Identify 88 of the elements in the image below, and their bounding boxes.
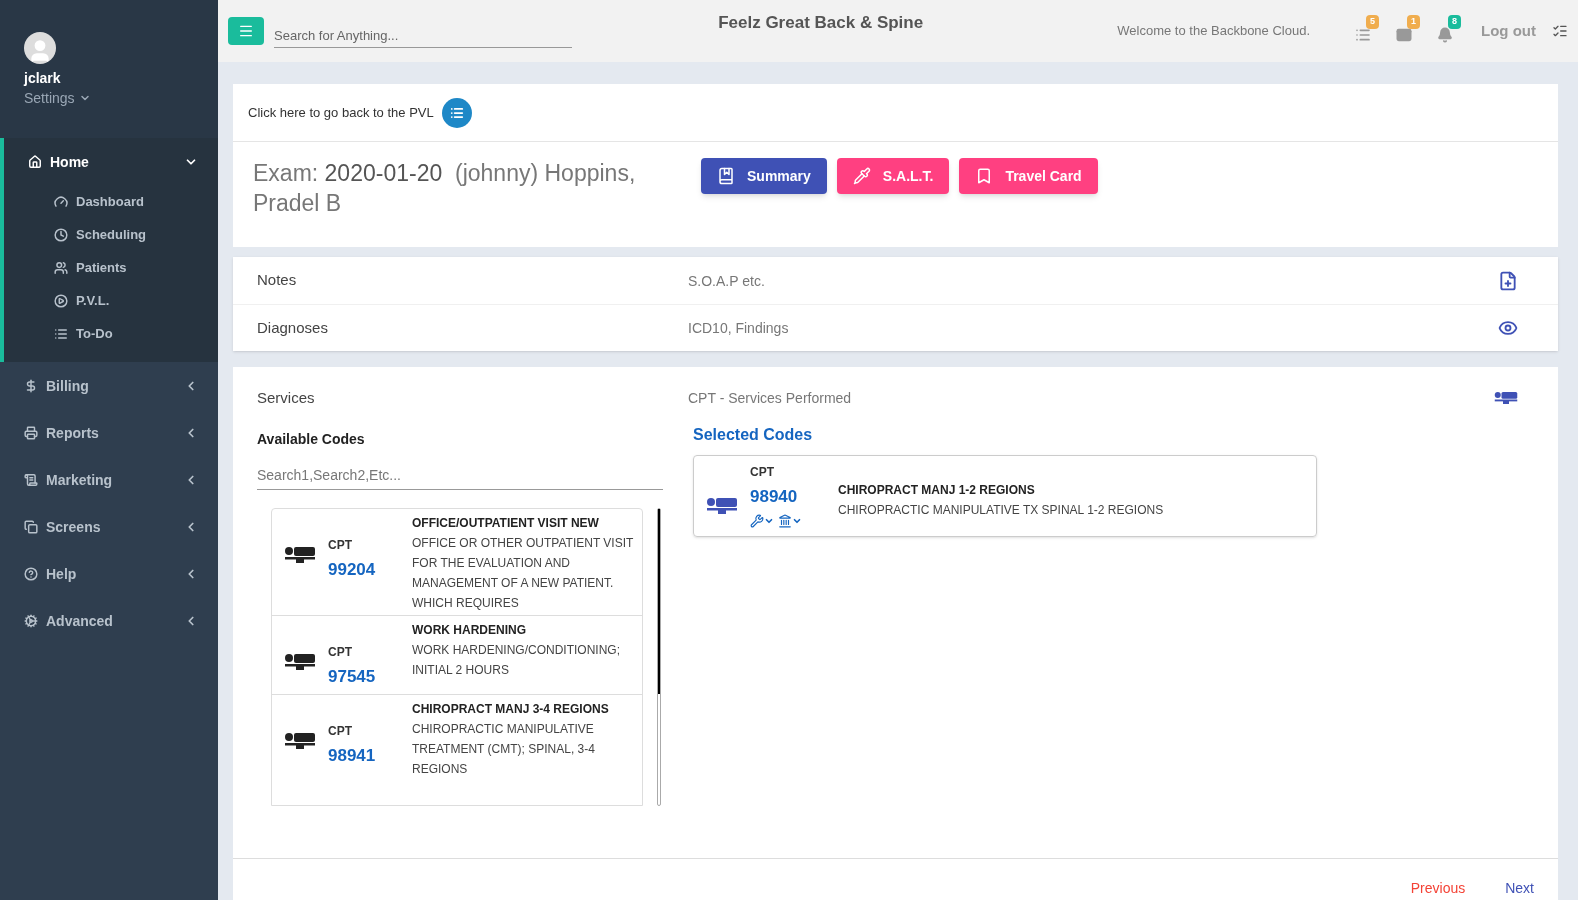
row-label: Diagnoses — [257, 317, 329, 338]
nav-item[interactable]: Advanced — [0, 597, 218, 644]
code-type: CPT — [328, 722, 353, 739]
list-button[interactable] — [441, 97, 472, 128]
eye-icon[interactable] — [1498, 318, 1518, 338]
code-list-item[interactable]: CPT 99204 OFFICE/OUTPATIENT VISIT NEW OFFICE OR OTHER OUTPATIENT VISIT FOR THE EVALUATION AND MANAGEMENT OF A NEW PATIENT. WHICH REQUIRES — [272, 509, 642, 615]
notification-icon — [1395, 27, 1412, 43]
treatment-table-icon — [284, 652, 316, 672]
code-number: 98940 — [750, 486, 799, 508]
institution-dropdown[interactable] — [778, 513, 802, 528]
selected-codes-heading: Selected Codes — [693, 425, 814, 445]
action-button[interactable]: Travel Card — [959, 158, 1098, 194]
next-link[interactable]: Next — [1505, 878, 1534, 898]
action-icon — [717, 167, 735, 185]
nav-item[interactable]: Marketing — [0, 456, 218, 503]
clinic-title: Feelz Great Back & Spine — [718, 12, 924, 35]
nav-item[interactable]: Reports — [0, 409, 218, 456]
nav-icon — [24, 425, 38, 440]
action-button[interactable]: S.A.L.T. — [836, 158, 950, 194]
count-badge: 8 — [1448, 15, 1462, 29]
building-icon — [778, 513, 792, 528]
wrench-icon — [750, 513, 764, 528]
nav-subitem[interactable]: Scheduling — [4, 218, 218, 251]
nav-icon — [24, 472, 38, 487]
nav-item[interactable]: Home — [4, 138, 218, 185]
selected-code-card[interactable]: CPT 98940 CHIROPRACT MANJ 1-2 REGIONS CHIROPRACTIC MANIPULATIVE TX SPINAL 1-2 REGIONS — [693, 455, 1317, 537]
code-number: 98941 — [328, 744, 377, 767]
nav-subitem[interactable]: Dashboard — [4, 185, 218, 218]
nav-item[interactable]: Screens — [0, 503, 218, 550]
code-number: 97545 — [328, 666, 377, 688]
code-title: WORK HARDENING — [412, 622, 527, 639]
code-title: OFFICE/OUTPATIENT VISIT NEW — [412, 515, 600, 532]
nav-icon — [54, 326, 68, 341]
nav-icon — [24, 378, 38, 393]
nav-subitem[interactable]: Patients — [4, 251, 218, 284]
action-button[interactable]: Summary — [701, 158, 827, 194]
row-description: CPT - Services Performed — [688, 389, 853, 408]
checklist-icon[interactable] — [1552, 23, 1568, 39]
code-description: CHIROPRACTIC MANIPULATIVE TX SPINAL 1-2 REGIONS — [838, 502, 1165, 519]
nav-subitem[interactable]: To-Do — [4, 317, 218, 350]
action-icon — [852, 167, 871, 185]
menu-icon — [238, 23, 254, 39]
username: jclark — [24, 69, 62, 88]
nav-item[interactable]: Help — [0, 550, 218, 597]
back-link[interactable]: Click here to go back to the PVL — [248, 102, 434, 123]
code-description: WORK HARDENING/CONDITIONING; INITIAL 2 HOURS — [412, 642, 621, 679]
code-type: CPT — [750, 464, 775, 480]
nav-icon — [54, 227, 68, 242]
search-field[interactable]: Search for Anything... — [274, 13, 572, 49]
available-codes-heading: Available Codes — [257, 430, 366, 449]
previous-link[interactable]: Previous — [1410, 878, 1466, 898]
code-number: 99204 — [328, 559, 377, 581]
nav-icon — [54, 293, 68, 308]
add-note-icon[interactable] — [1498, 270, 1518, 291]
code-description: CHIROPRACTIC MANIPULATIVE TREATMENT (CMT); SPINAL, 3-4 REGIONS — [412, 720, 596, 778]
code-list-item[interactable]: CPT 97545 WORK HARDENING WORK HARDENING/CONDITIONING; INITIAL 2 HOURS — [272, 615, 642, 694]
code-title: CHIROPRACT MANJ 3-4 REGIONS — [412, 700, 610, 718]
nav-icon — [24, 519, 38, 534]
nav-icon — [28, 154, 42, 169]
welcome-text: Welcome to the Backbone Cloud. — [1117, 22, 1310, 41]
treatment-table-icon — [1494, 390, 1518, 406]
nav-subitem[interactable]: P.V.L. — [4, 284, 218, 317]
notification-icon — [1436, 27, 1453, 43]
row-label: Services — [257, 387, 316, 408]
code-type: CPT — [328, 644, 353, 660]
row-label: Notes — [257, 270, 298, 291]
exam-heading: Exam: 2020-01-20 (johnny) Hoppins, Pradel B — [253, 159, 637, 218]
nav-icon — [24, 613, 38, 628]
treatment-table-icon — [284, 545, 316, 565]
notification-icon — [1354, 27, 1371, 43]
code-type: CPT — [328, 537, 353, 553]
nav-icon — [54, 260, 68, 275]
count-badge: 5 — [1366, 15, 1380, 29]
code-title: CHIROPRACT MANJ 1-2 REGIONS — [838, 482, 1036, 499]
code-list-item[interactable]: CPT 98941 CHIROPRACT MANJ 3-4 REGIONS CHIROPRACTIC MANIPULATIVE TREATMENT (CMT); SPINAL, 3-4 REGIONS — [272, 693, 642, 783]
code-search-field[interactable]: Search1,Search2,Etc... — [257, 465, 663, 490]
settings-dropdown[interactable]: Settings — [24, 88, 194, 108]
row-description: ICD10, Findings — [688, 319, 790, 338]
code-description: OFFICE OR OTHER OUTPATIENT VISIT FOR THE EVALUATION AND MANAGEMENT OF A NEW PATIENT. WHICH REQUIRES — [412, 535, 634, 612]
nav-icon — [24, 566, 38, 581]
nav-item[interactable]: Billing — [0, 362, 218, 409]
count-badge: 1 — [1407, 15, 1421, 29]
nav-icon — [54, 194, 68, 209]
treatment-table-icon — [706, 496, 738, 516]
treatment-table-icon — [284, 730, 316, 751]
row-description: S.O.A.P etc. — [688, 271, 766, 291]
wrench-dropdown[interactable] — [750, 513, 774, 528]
list-icon — [449, 105, 464, 120]
